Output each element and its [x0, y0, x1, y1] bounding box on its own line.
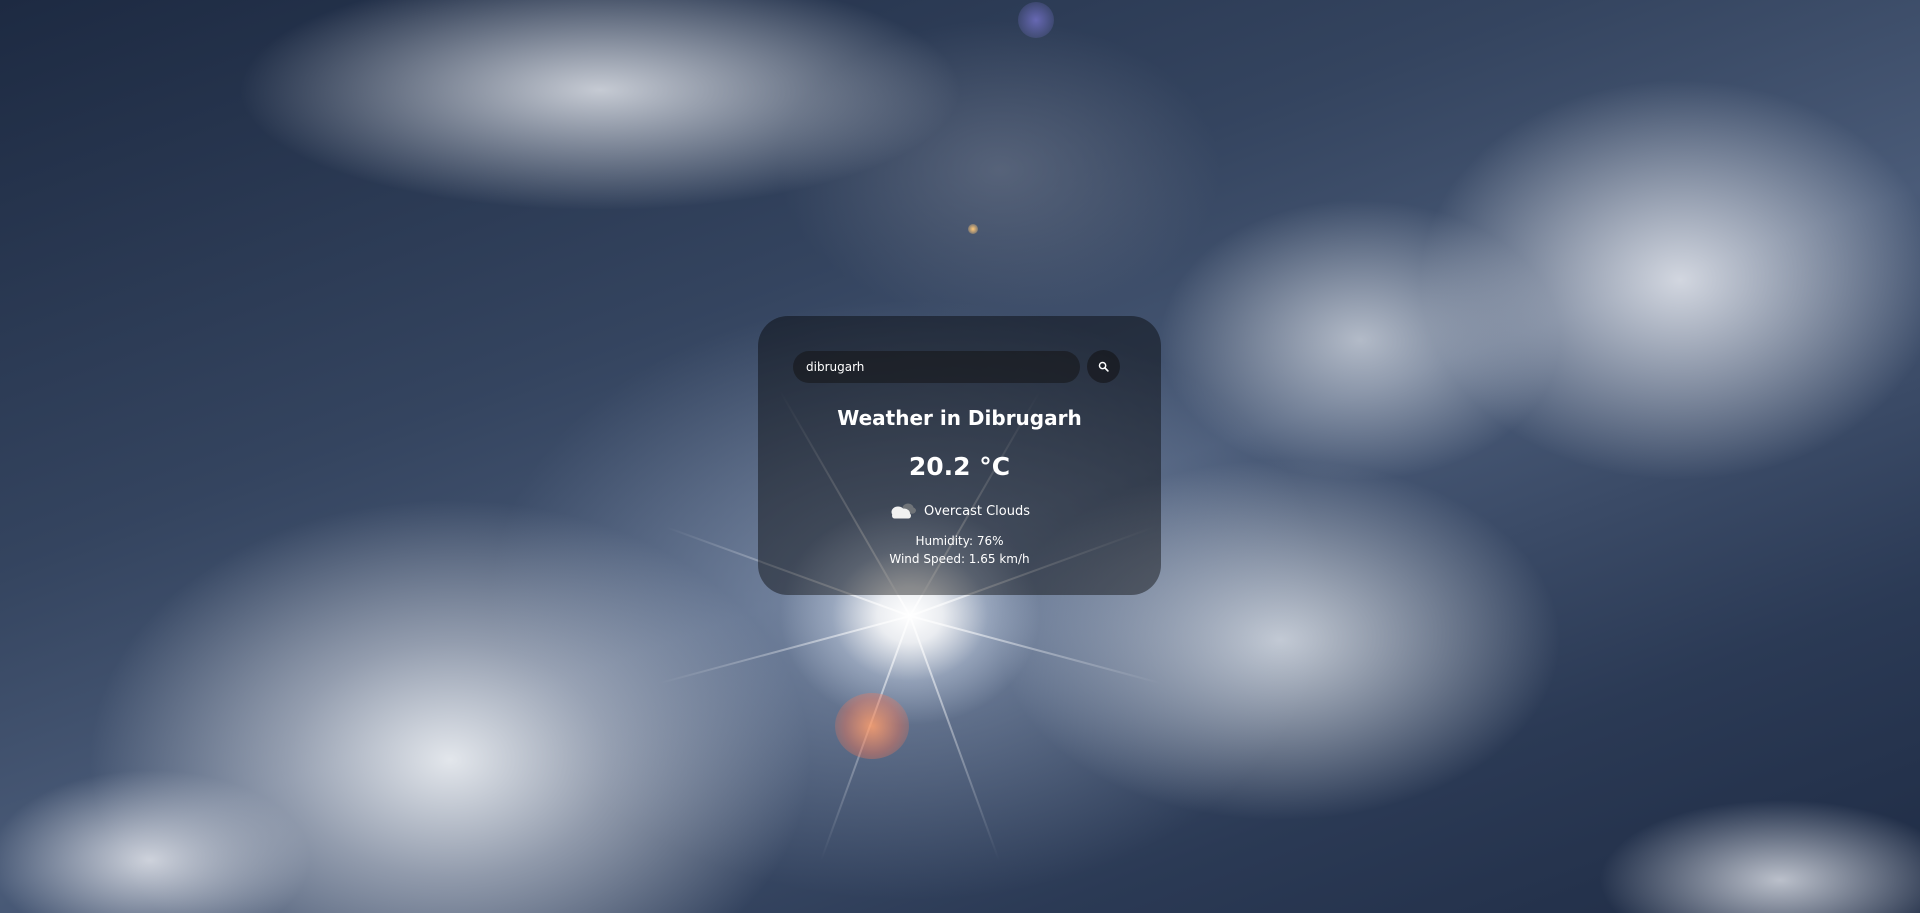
humidity-text: Humidity: 76% — [915, 534, 1004, 548]
lens-flare — [835, 693, 909, 759]
lens-flare — [968, 224, 978, 234]
sun-ray — [909, 615, 1000, 861]
search-icon — [1098, 361, 1109, 372]
weather-title: Weather in Dibrugarh — [837, 406, 1082, 430]
cloud-icon — [891, 503, 916, 519]
search-button[interactable] — [1087, 350, 1120, 383]
wind-speed-text: Wind Speed: 1.65 km/h — [889, 552, 1030, 566]
search-bar — [793, 350, 1120, 383]
condition-row: Overcast Clouds — [758, 501, 1161, 521]
search-input[interactable] — [793, 350, 1080, 383]
weather-card: Weather in Dibrugarh 20.2 °C Overcast Cl… — [758, 316, 1161, 595]
temperature-value: 20.2 °C — [908, 452, 1011, 481]
sun-ray — [909, 615, 1162, 685]
condition-description: Overcast Clouds — [923, 503, 1030, 519]
sun-ray — [658, 615, 911, 685]
lens-flare — [1018, 2, 1054, 38]
